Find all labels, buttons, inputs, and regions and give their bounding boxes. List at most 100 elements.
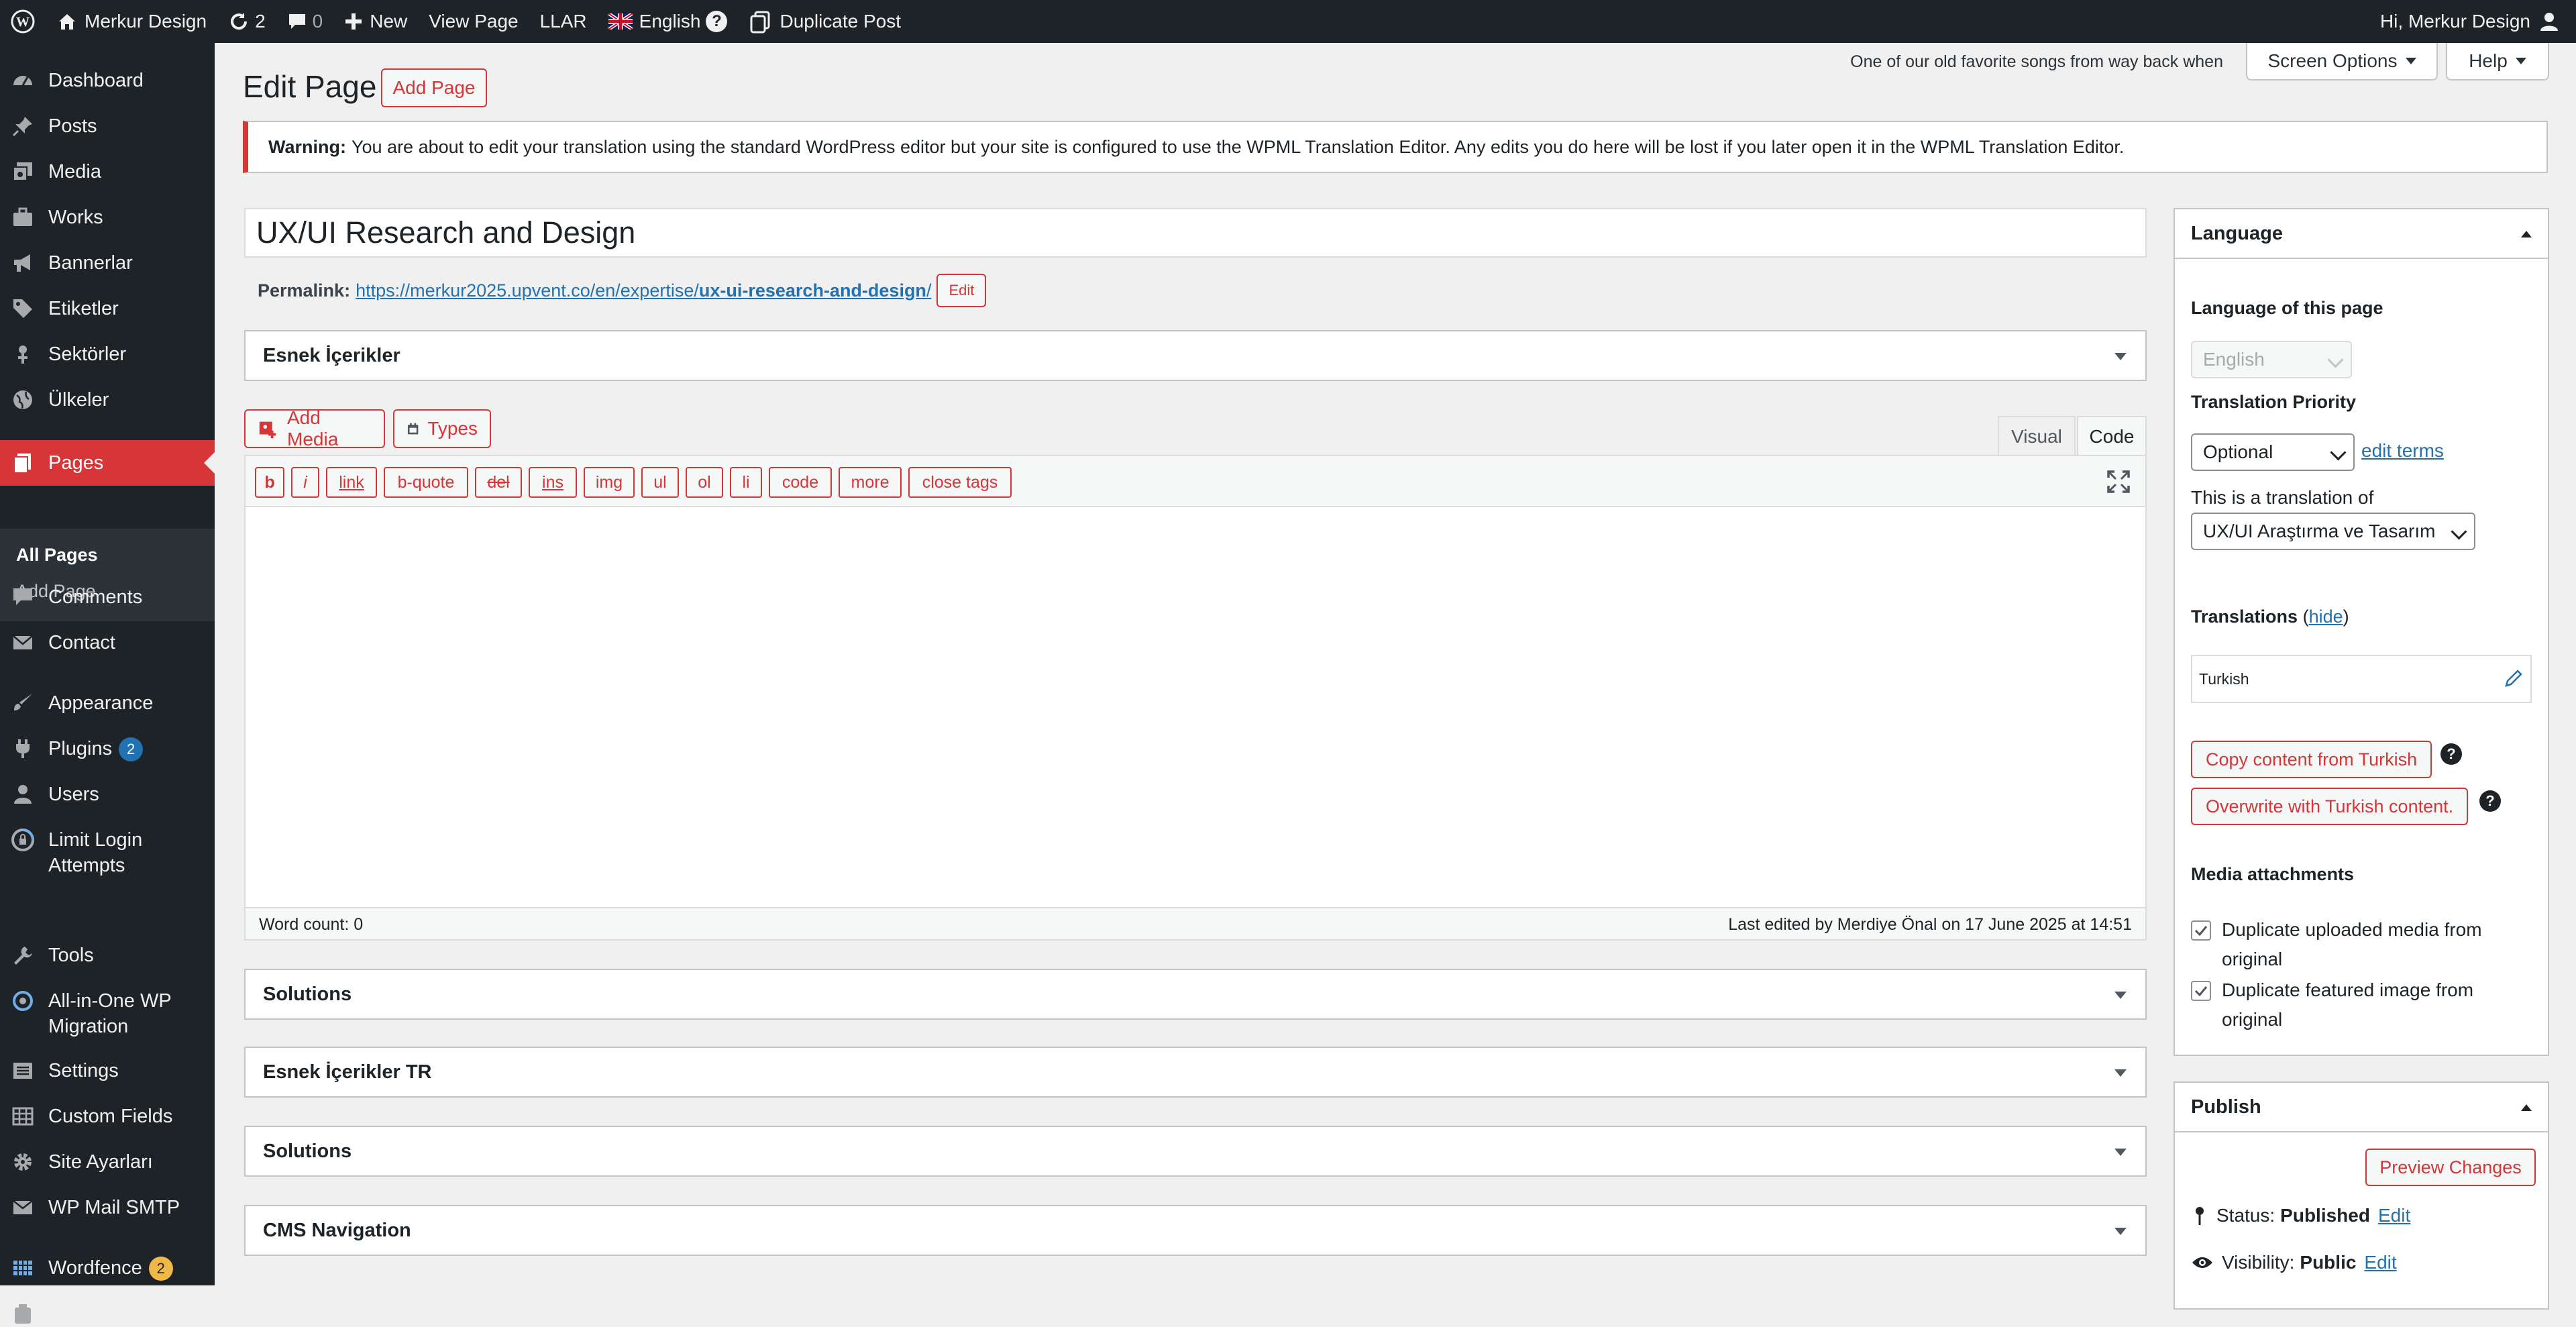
language-switcher[interactable]: English ? xyxy=(598,0,739,43)
menu-media[interactable]: Media xyxy=(0,158,215,185)
preview-changes-button[interactable]: Preview Changes xyxy=(2365,1149,2536,1186)
duplicate-featured-checkbox[interactable] xyxy=(2191,981,2211,1001)
qt-italic-button[interactable]: i xyxy=(291,467,319,498)
publish-box-header[interactable]: Publish xyxy=(2175,1083,2548,1132)
wpml-warning-notice: Warning: You are about to edit your tran… xyxy=(243,121,2548,173)
menu-limit-login[interactable]: Limit Login Attempts xyxy=(0,827,215,878)
wordfence-icon xyxy=(9,1255,36,1281)
pencil-icon[interactable] xyxy=(2504,668,2524,688)
qt-bquote-button[interactable]: b-quote xyxy=(384,467,468,498)
qt-ol-button[interactable]: ol xyxy=(686,467,723,498)
menu-settings[interactable]: Settings xyxy=(0,1057,215,1084)
menu-site-ayarlari[interactable]: Site Ayarları xyxy=(0,1149,215,1175)
comments-count: 0 xyxy=(312,11,323,32)
menu-comments[interactable]: Comments xyxy=(0,584,215,611)
new-content-link[interactable]: New xyxy=(333,0,418,43)
site-name: Merkur Design xyxy=(85,11,207,32)
translation-of-select[interactable]: UX/UI Araştırma ve Tasarım xyxy=(2191,513,2475,550)
my-account[interactable]: Hi, Merkur Design xyxy=(2380,0,2576,43)
gear-icon xyxy=(9,1149,36,1175)
tab-visual[interactable]: Visual xyxy=(1998,416,2076,456)
quicktags-toolbar: b i link b-quote del ins img ul ol li co… xyxy=(246,456,2145,507)
menu-pages[interactable]: Pages xyxy=(0,440,215,486)
menu-posts[interactable]: Posts xyxy=(0,113,215,140)
menu-appearance[interactable]: Appearance xyxy=(0,690,215,716)
refresh-icon xyxy=(231,13,248,30)
view-page-link[interactable]: View Page xyxy=(418,0,529,43)
qt-link-button[interactable]: link xyxy=(326,467,377,498)
edit-visibility-link[interactable]: Edit xyxy=(2364,1252,2396,1273)
pin-icon xyxy=(9,113,36,140)
menu-users[interactable]: Users xyxy=(0,781,215,808)
menu-contact[interactable]: Contact xyxy=(0,629,215,656)
menu-wordfence[interactable]: Wordfence 2 xyxy=(0,1255,215,1281)
tab-code[interactable]: Code xyxy=(2077,416,2147,456)
duplicate-post-link[interactable]: Duplicate Post xyxy=(738,0,912,43)
updates-link[interactable]: 2 xyxy=(217,0,276,43)
translation-priority-select[interactable]: Optional xyxy=(2191,433,2355,471)
qt-li-button[interactable]: li xyxy=(730,467,762,498)
menu-wp-mail-smtp[interactable]: WP Mail SMTP xyxy=(0,1194,215,1221)
toggle-arrow-icon xyxy=(2114,1228,2127,1235)
wordpress-logo[interactable]: W xyxy=(0,0,46,43)
hello-dolly-lyric: One of our old favorite songs from way b… xyxy=(1850,52,2223,71)
help-icon[interactable]: ? xyxy=(2440,743,2462,765)
screen-options-button[interactable]: Screen Options xyxy=(2246,43,2438,81)
warning-label: Warning: xyxy=(268,136,346,157)
plug-icon xyxy=(9,735,36,762)
qt-img-button[interactable]: img xyxy=(584,467,635,498)
postbox-esnek-icerikler[interactable]: Esnek İçerikler xyxy=(244,330,2147,381)
menu-sektorler[interactable]: Sektörler xyxy=(0,341,215,368)
copy-content-button[interactable]: Copy content from Turkish xyxy=(2191,741,2432,778)
updates-count: 2 xyxy=(255,11,266,32)
permalink-link[interactable]: https://merkur2025.upvent.co/en/expertis… xyxy=(356,280,931,301)
menu-ulkeler[interactable]: Ülkeler xyxy=(0,386,215,413)
submenu-all-pages[interactable]: All Pages xyxy=(16,545,98,566)
menu-etiketler[interactable]: Etiketler xyxy=(0,295,215,322)
admin-sidebar: Dashboard Posts Media Works Bannerlar Et… xyxy=(0,43,215,1324)
edit-status-link[interactable]: Edit xyxy=(2378,1205,2410,1226)
qt-close-tags-button[interactable]: close tags xyxy=(908,467,1012,498)
comments-link[interactable]: 0 xyxy=(276,0,334,43)
help-icon[interactable]: ? xyxy=(2479,790,2501,812)
overwrite-content-button[interactable]: Overwrite with Turkish content. xyxy=(2191,788,2469,825)
fullscreen-icon[interactable] xyxy=(2106,470,2131,494)
qt-bold-button[interactable]: b xyxy=(255,467,284,498)
menu-dashboard[interactable]: Dashboard xyxy=(0,67,215,94)
menu-plugins[interactable]: Plugins 2 xyxy=(0,735,215,762)
qt-del-button[interactable]: del xyxy=(475,467,522,498)
wordfence-badge: 2 xyxy=(148,1257,173,1281)
dashboard-icon xyxy=(9,67,36,94)
types-button[interactable]: Types xyxy=(393,409,491,448)
menu-all-in-one-migration[interactable]: All-in-One WP Migration xyxy=(0,988,215,1039)
postbox-cms-navigation[interactable]: CMS Navigation xyxy=(244,1205,2147,1256)
comment-icon xyxy=(288,14,305,29)
qt-ul-button[interactable]: ul xyxy=(641,467,679,498)
add-page-button[interactable]: Add Page xyxy=(381,68,487,107)
menu-tools[interactable]: Tools xyxy=(0,942,215,969)
qt-more-button[interactable]: more xyxy=(839,467,902,498)
llar-link[interactable]: LLAR xyxy=(529,0,598,43)
site-name-link[interactable]: Merkur Design xyxy=(46,0,217,43)
postbox-solutions[interactable]: Solutions xyxy=(244,969,2147,1020)
hide-translations-link[interactable]: hide xyxy=(2309,606,2343,627)
menu-custom-fields[interactable]: Custom Fields xyxy=(0,1103,215,1130)
add-media-button[interactable]: Add Media xyxy=(244,407,385,449)
qt-ins-button[interactable]: ins xyxy=(529,467,577,498)
postbox-esnek-icerikler-tr[interactable]: Esnek İçerikler TR xyxy=(244,1047,2147,1098)
duplicate-media-checkbox[interactable] xyxy=(2191,920,2211,941)
publish-box: Publish Preview Changes Status: Publishe… xyxy=(2174,1081,2549,1310)
help-button[interactable]: Help xyxy=(2446,43,2549,81)
edit-terms-link[interactable]: edit terms xyxy=(2361,440,2444,462)
menu-toolset[interactable]: Toolset xyxy=(0,1300,215,1327)
greeting: Hi, Merkur Design xyxy=(2379,11,2530,32)
tag-icon xyxy=(9,295,36,322)
qt-code-button[interactable]: code xyxy=(769,467,832,498)
postbox-solutions-2[interactable]: Solutions xyxy=(244,1126,2147,1177)
language-box-header[interactable]: Language xyxy=(2175,209,2548,259)
menu-works[interactable]: Works xyxy=(0,204,215,231)
permalink-edit-button[interactable]: Edit xyxy=(936,274,987,307)
post-title-input[interactable] xyxy=(244,208,2147,258)
menu-bannerlar[interactable]: Bannerlar xyxy=(0,250,215,276)
translations-label: Translations (hide) xyxy=(2191,606,2349,627)
